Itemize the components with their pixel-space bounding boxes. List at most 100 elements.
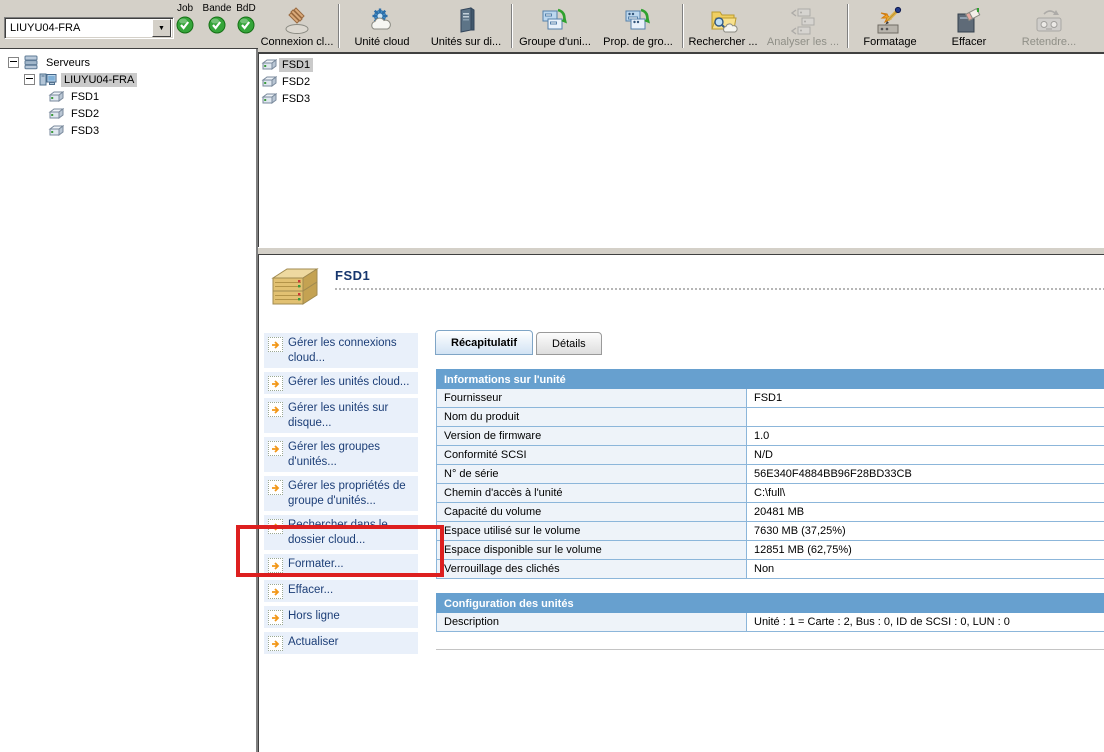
drive-icon xyxy=(48,108,64,120)
tree-item-fsd3[interactable]: FSD3 xyxy=(0,122,256,139)
collapse-icon[interactable] xyxy=(8,57,19,68)
server-tree-panel: Serveurs LIUYU04-FRA FSD1 FSD2 xyxy=(0,49,258,752)
arrow-right-icon xyxy=(268,441,283,456)
config-value: Unité : 1 = Carte : 2, Bus : 0, ID de SC… xyxy=(747,613,1104,631)
info-label: Conformité SCSI xyxy=(437,446,747,464)
status-ok-icon xyxy=(208,16,226,34)
device-list-label: FSD3 xyxy=(279,92,313,106)
dropdown-arrow-icon[interactable]: ▼ xyxy=(152,19,171,37)
info-row: N° de série56E340F4884BB96F28BD33CB xyxy=(437,464,1104,483)
device-list-item-fsd3[interactable]: FSD3 xyxy=(259,90,1104,107)
info-value: 7630 MB (37,25%) xyxy=(747,522,1104,540)
info-row: Espace utilisé sur le volume7630 MB (37,… xyxy=(437,521,1104,540)
tab-details[interactable]: Détails xyxy=(536,332,602,355)
info-label: Verrouillage des clichés xyxy=(437,560,747,578)
device-title: FSD1 xyxy=(335,268,370,283)
info-value: 12851 MB (62,75%) xyxy=(747,541,1104,559)
info-value: 1.0 xyxy=(747,427,1104,445)
toolbar: Connexion cl... Unité cloud Unités sur d… xyxy=(258,0,1104,53)
action-menu: Gérer les connexions cloud... Gérer les … xyxy=(264,333,418,654)
arrow-right-icon xyxy=(268,480,283,495)
drive-icon xyxy=(261,93,277,105)
info-row: Capacité du volume20481 MB xyxy=(437,502,1104,521)
menu-item-rechercher-dossier-cloud[interactable]: Rechercher dans le dossier cloud... xyxy=(264,515,418,550)
arrow-right-icon xyxy=(268,584,283,599)
scan-devices-icon xyxy=(788,5,818,36)
tab-recapitulatif[interactable]: Récapitulatif xyxy=(435,330,533,355)
menu-item-gerer-unites-cloud[interactable]: Gérer les unités cloud... xyxy=(264,372,418,394)
toolbar-button-analyser[interactable]: Analyser les ... xyxy=(761,0,845,52)
tree-item-label: LIUYU04-FRA xyxy=(61,73,137,87)
cloud-device-icon xyxy=(367,5,397,36)
drive-icon xyxy=(261,76,277,88)
detail-tabs: Récapitulatif Détails xyxy=(435,330,602,355)
retension-icon xyxy=(1034,5,1064,36)
tree-item-label: Serveurs xyxy=(43,56,93,70)
tree-item-fsd1[interactable]: FSD1 xyxy=(0,88,256,105)
drive-icon xyxy=(261,59,277,71)
toolbar-button-retendre[interactable]: Retendre... xyxy=(1008,0,1090,52)
status-bande: Bande xyxy=(199,3,235,34)
tree-item-label: FSD3 xyxy=(68,124,102,138)
tree-item-server[interactable]: LIUYU04-FRA xyxy=(0,71,256,88)
search-folder-icon xyxy=(708,5,738,36)
menu-item-gerer-proprietes-groupe[interactable]: Gérer les propriétés de groupe d'unités.… xyxy=(264,476,418,511)
menu-item-hors-ligne[interactable]: Hors ligne xyxy=(264,606,418,628)
status-ok-icon xyxy=(237,16,255,34)
device-group-icon xyxy=(540,5,570,36)
info-label: Espace utilisé sur le volume xyxy=(437,522,747,540)
tree-item-serveurs[interactable]: Serveurs xyxy=(0,54,256,71)
device-list-item-fsd2[interactable]: FSD2 xyxy=(259,73,1104,90)
toolbar-button-effacer[interactable]: Effacer xyxy=(930,0,1008,52)
toolbar-separator xyxy=(682,4,683,48)
status-bdd: BdD xyxy=(233,3,259,34)
device-large-icon xyxy=(267,266,325,319)
toolbar-button-groupe-unites[interactable]: Groupe d'uni... xyxy=(514,0,596,52)
toolbar-button-formatage[interactable]: Formatage xyxy=(850,0,930,52)
toolbar-button-prop-groupe[interactable]: Prop. de gro... xyxy=(596,0,680,52)
info-section-header: Informations sur l'unité xyxy=(436,369,1104,389)
info-label: Espace disponible sur le volume xyxy=(437,541,747,559)
info-row: Chemin d'accès à l'unitéC:\full\ xyxy=(437,483,1104,502)
config-section-header: Configuration des unités xyxy=(436,593,1104,613)
menu-item-gerer-groupes-unites[interactable]: Gérer les groupes d'unités... xyxy=(264,437,418,472)
status-job: Job xyxy=(171,3,199,34)
device-list-label: FSD1 xyxy=(279,58,313,72)
toolbar-button-rechercher[interactable]: Rechercher ... xyxy=(685,0,761,52)
config-label: Description xyxy=(437,613,747,631)
info-value: FSD1 xyxy=(747,389,1104,407)
toolbar-button-compresser[interactable]: Compr xyxy=(1090,0,1104,52)
menu-item-formater[interactable]: Formater... xyxy=(264,554,418,576)
tree-item-fsd2[interactable]: FSD2 xyxy=(0,105,256,122)
info-value: 56E340F4884BB96F28BD33CB xyxy=(747,465,1104,483)
tree-item-label: FSD1 xyxy=(68,90,102,104)
status-ok-icon xyxy=(176,16,194,34)
toolbar-separator xyxy=(511,4,512,48)
info-section: Informations sur l'unité FournisseurFSD1… xyxy=(436,369,1104,579)
menu-item-effacer[interactable]: Effacer... xyxy=(264,580,418,602)
device-list-item-fsd1[interactable]: FSD1 xyxy=(259,56,1104,73)
drive-icon xyxy=(48,125,64,137)
server-dropdown[interactable]: LIUYU04-FRA ▼ xyxy=(4,17,174,39)
toolbar-button-unite-cloud[interactable]: Unité cloud xyxy=(341,0,423,52)
toolbar-separator xyxy=(338,4,339,48)
info-label: Chemin d'accès à l'unité xyxy=(437,484,747,502)
toolbar-button-connexion-cloud[interactable]: Connexion cl... xyxy=(258,0,336,52)
menu-item-gerer-unites-disque[interactable]: Gérer les unités sur disque... xyxy=(264,398,418,433)
arrow-right-icon xyxy=(268,376,283,391)
arrow-right-icon xyxy=(268,519,283,534)
toolbar-button-unites-disque[interactable]: Unités sur di... xyxy=(423,0,509,52)
info-row: Version de firmware1.0 xyxy=(437,426,1104,445)
info-label: Fournisseur xyxy=(437,389,747,407)
device-list-panel: FSD1 FSD2 FSD3 xyxy=(258,53,1104,251)
app-window: LIUYU04-FRA ▼ Job Bande BdD Serveurs xyxy=(0,0,1104,752)
collapse-icon[interactable] xyxy=(24,74,35,85)
arrow-right-icon xyxy=(268,337,283,352)
menu-item-gerer-connexions-cloud[interactable]: Gérer les connexions cloud... xyxy=(264,333,418,368)
menu-item-actualiser[interactable]: Actualiser xyxy=(264,632,418,654)
title-divider xyxy=(335,288,1104,290)
group-properties-icon xyxy=(623,5,653,36)
info-value: 20481 MB xyxy=(747,503,1104,521)
info-value: C:\full\ xyxy=(747,484,1104,502)
cloud-connection-icon xyxy=(282,5,312,36)
